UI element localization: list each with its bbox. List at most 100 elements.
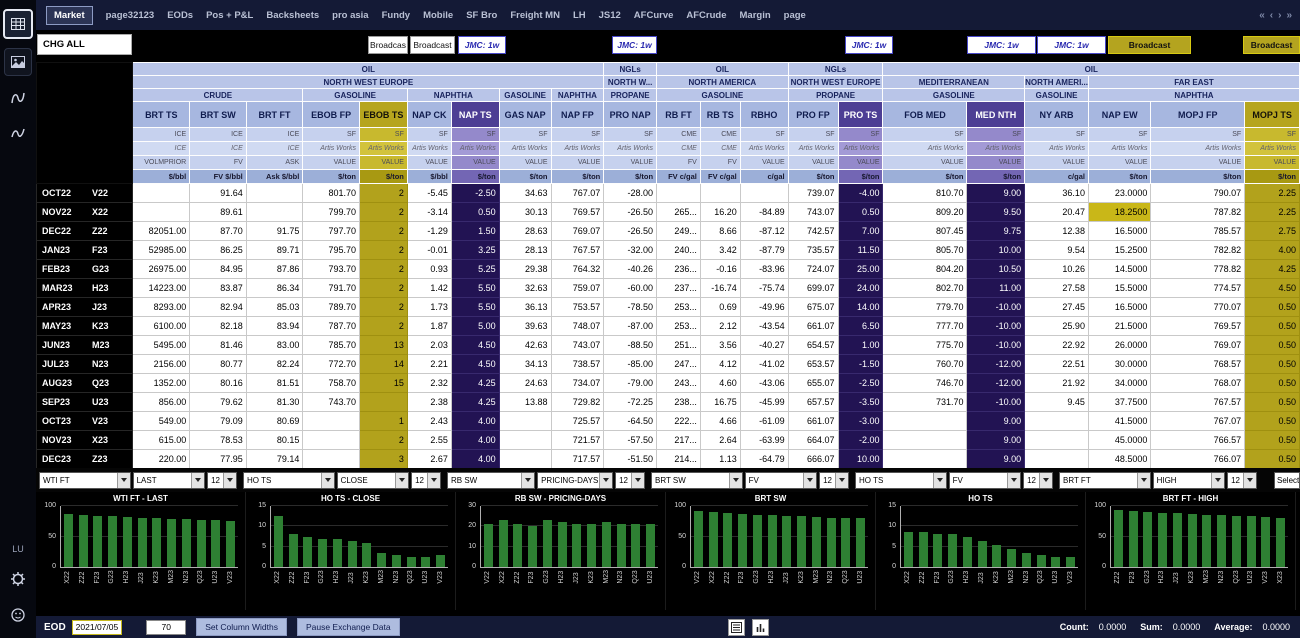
- tab-page32123[interactable]: page32123: [106, 10, 155, 21]
- cell-jul23-ebob-ts[interactable]: 14: [360, 355, 408, 374]
- cell-dec23-gas-nap[interactable]: [499, 450, 551, 469]
- field-select-3[interactable]: FV: [745, 472, 818, 489]
- cell-mar23-brt-ft[interactable]: 86.34: [246, 279, 303, 298]
- cell-oct23-ny-arb[interactable]: [1025, 412, 1089, 431]
- cell-apr23-ebob-ts[interactable]: 2: [360, 298, 408, 317]
- column-header-rbho[interactable]: RBHO: [740, 102, 788, 128]
- cell-dec23-brt-ts[interactable]: 220.00: [133, 450, 190, 469]
- cell-mar23-mopj-fp[interactable]: 774.57: [1151, 279, 1245, 298]
- cell-mar23-rb-ts[interactable]: -16.74: [700, 279, 740, 298]
- cell-may23-gas-nap[interactable]: 39.63: [499, 317, 551, 336]
- cell-nov23-rb-ts[interactable]: 2.64: [700, 431, 740, 450]
- tab-freight-mn[interactable]: Freight MN: [510, 10, 560, 21]
- cell-aug23-ny-arb[interactable]: 21.92: [1025, 374, 1089, 393]
- tab-pos-p-l[interactable]: Pos + P&L: [206, 10, 253, 21]
- instrument-select-5[interactable]: BRT FT: [1059, 472, 1151, 489]
- toolbar-box-jmc-1w-3[interactable]: JMC: 1w: [612, 36, 657, 54]
- nav-arrow-2[interactable]: ›: [1278, 10, 1281, 21]
- cell-aug23-gas-nap[interactable]: 24.63: [499, 374, 551, 393]
- cell-aug23-ebob-ts[interactable]: 15: [360, 374, 408, 393]
- cell-dec22-brt-sw[interactable]: 87.70: [190, 222, 247, 241]
- cell-dec23-pro-nap[interactable]: -51.50: [604, 450, 657, 469]
- cell-nov23-nap-ts[interactable]: 4.00: [451, 431, 499, 450]
- cell-feb23-rbho[interactable]: -83.96: [740, 260, 788, 279]
- cell-apr23-rbho[interactable]: -49.96: [740, 298, 788, 317]
- period-select-1[interactable]: 12: [411, 472, 441, 489]
- column-header-ny-arb[interactable]: NY ARB: [1025, 102, 1089, 128]
- cell-sep23-nap-fp[interactable]: 729.82: [551, 393, 604, 412]
- cell-dec22-nap-ck[interactable]: -1.29: [407, 222, 451, 241]
- cell-jul23-mopj-fp[interactable]: 768.57: [1151, 355, 1245, 374]
- cell-nov23-pro-nap[interactable]: -57.50: [604, 431, 657, 450]
- cell-dec23-nap-ts[interactable]: 4.00: [451, 450, 499, 469]
- column-header-ebob-ts[interactable]: EBOB TS: [360, 102, 408, 128]
- cell-nov22-brt-ft[interactable]: [246, 203, 303, 222]
- cell-oct22-brt-sw[interactable]: 91.64: [190, 184, 247, 203]
- cell-mar23-pro-ts[interactable]: 24.00: [838, 279, 883, 298]
- cell-nov22-nap-fp[interactable]: 769.57: [551, 203, 604, 222]
- row-label-aug23[interactable]: AUG23Q23: [37, 374, 133, 393]
- cell-sep23-gas-nap[interactable]: 13.88: [499, 393, 551, 412]
- cell-feb23-nap-ew[interactable]: 14.5000: [1088, 260, 1151, 279]
- cell-apr23-nap-fp[interactable]: 753.57: [551, 298, 604, 317]
- column-header-med-nth[interactable]: MED NTH: [967, 102, 1025, 128]
- cell-jun23-rb-ft[interactable]: 251...: [657, 336, 701, 355]
- period-select-3[interactable]: 12: [819, 472, 849, 489]
- gear-icon[interactable]: [5, 566, 31, 592]
- tab-margin[interactable]: Margin: [740, 10, 771, 21]
- cell-aug23-nap-ew[interactable]: 34.0000: [1088, 374, 1151, 393]
- cell-feb23-pro-nap[interactable]: -40.26: [604, 260, 657, 279]
- cell-aug23-brt-sw[interactable]: 80.16: [190, 374, 247, 393]
- cell-oct23-nap-ew[interactable]: 41.5000: [1088, 412, 1151, 431]
- toolbar-box-broadcast-7[interactable]: Broadcast: [1108, 36, 1191, 54]
- column-header-nap-fp[interactable]: NAP FP: [551, 102, 604, 128]
- cell-mar23-rbho[interactable]: -75.74: [740, 279, 788, 298]
- row-label-dec22[interactable]: DEC22Z22: [37, 222, 133, 241]
- tab-page[interactable]: page: [784, 10, 806, 21]
- cell-apr23-ny-arb[interactable]: 27.45: [1025, 298, 1089, 317]
- cell-dec22-nap-ew[interactable]: 16.5000: [1088, 222, 1151, 241]
- cell-dec23-med-nth[interactable]: 9.00: [967, 450, 1025, 469]
- cell-nov22-rb-ts[interactable]: 16.20: [700, 203, 740, 222]
- cell-nov23-nap-fp[interactable]: 721.57: [551, 431, 604, 450]
- cell-mar23-fob-med[interactable]: 802.70: [883, 279, 967, 298]
- cell-nov22-pro-fp[interactable]: 743.07: [788, 203, 838, 222]
- field-select-1[interactable]: CLOSE: [337, 472, 410, 489]
- row-label-jul23[interactable]: JUL23N23: [37, 355, 133, 374]
- cell-dec22-mopj-fp[interactable]: 785.57: [1151, 222, 1245, 241]
- cell-jun23-mopj-fp[interactable]: 769.07: [1151, 336, 1245, 355]
- cell-dec23-pro-fp[interactable]: 666.07: [788, 450, 838, 469]
- column-header-brt-ts[interactable]: BRT TS: [133, 102, 190, 128]
- cell-jun23-brt-sw[interactable]: 81.46: [190, 336, 247, 355]
- cell-dec23-brt-ft[interactable]: 79.14: [246, 450, 303, 469]
- cell-dec22-rb-ft[interactable]: 249...: [657, 222, 701, 241]
- cell-mar23-brt-sw[interactable]: 83.87: [190, 279, 247, 298]
- cell-sep23-pro-ts[interactable]: -3.50: [838, 393, 883, 412]
- tab-pro-asia[interactable]: pro asia: [332, 10, 368, 21]
- cell-oct23-ebob-fp[interactable]: [303, 412, 360, 431]
- cell-oct22-ebob-fp[interactable]: 801.70: [303, 184, 360, 203]
- cell-nov23-ebob-ts[interactable]: 2: [360, 431, 408, 450]
- cell-dec22-mopj-ts[interactable]: 2.75: [1245, 222, 1300, 241]
- cell-jul23-gas-nap[interactable]: 34.13: [499, 355, 551, 374]
- cell-oct22-ny-arb[interactable]: 36.10: [1025, 184, 1089, 203]
- cell-jun23-nap-fp[interactable]: 743.07: [551, 336, 604, 355]
- cell-jul23-mopj-ts[interactable]: 0.50: [1245, 355, 1300, 374]
- cell-may23-nap-fp[interactable]: 748.07: [551, 317, 604, 336]
- cell-may23-pro-ts[interactable]: 6.50: [838, 317, 883, 336]
- cell-nov23-ny-arb[interactable]: [1025, 431, 1089, 450]
- cell-oct22-brt-ft[interactable]: [246, 184, 303, 203]
- cell-nov22-brt-ts[interactable]: [133, 203, 190, 222]
- cell-dec23-nap-ck[interactable]: 2.67: [407, 450, 451, 469]
- cell-apr23-nap-ck[interactable]: 1.73: [407, 298, 451, 317]
- cell-jan23-nap-fp[interactable]: 767.57: [551, 241, 604, 260]
- cell-oct23-fob-med[interactable]: [883, 412, 967, 431]
- cell-feb23-brt-ft[interactable]: 87.86: [246, 260, 303, 279]
- bar-chart-icon[interactable]: [752, 619, 769, 636]
- report-icon[interactable]: [728, 619, 745, 636]
- column-header-brt-sw[interactable]: BRT SW: [190, 102, 247, 128]
- column-header-nap-ts[interactable]: NAP TS: [451, 102, 499, 128]
- cell-oct22-brt-ts[interactable]: [133, 184, 190, 203]
- cell-apr23-pro-fp[interactable]: 675.07: [788, 298, 838, 317]
- instrument-select-1[interactable]: HO TS: [243, 472, 335, 489]
